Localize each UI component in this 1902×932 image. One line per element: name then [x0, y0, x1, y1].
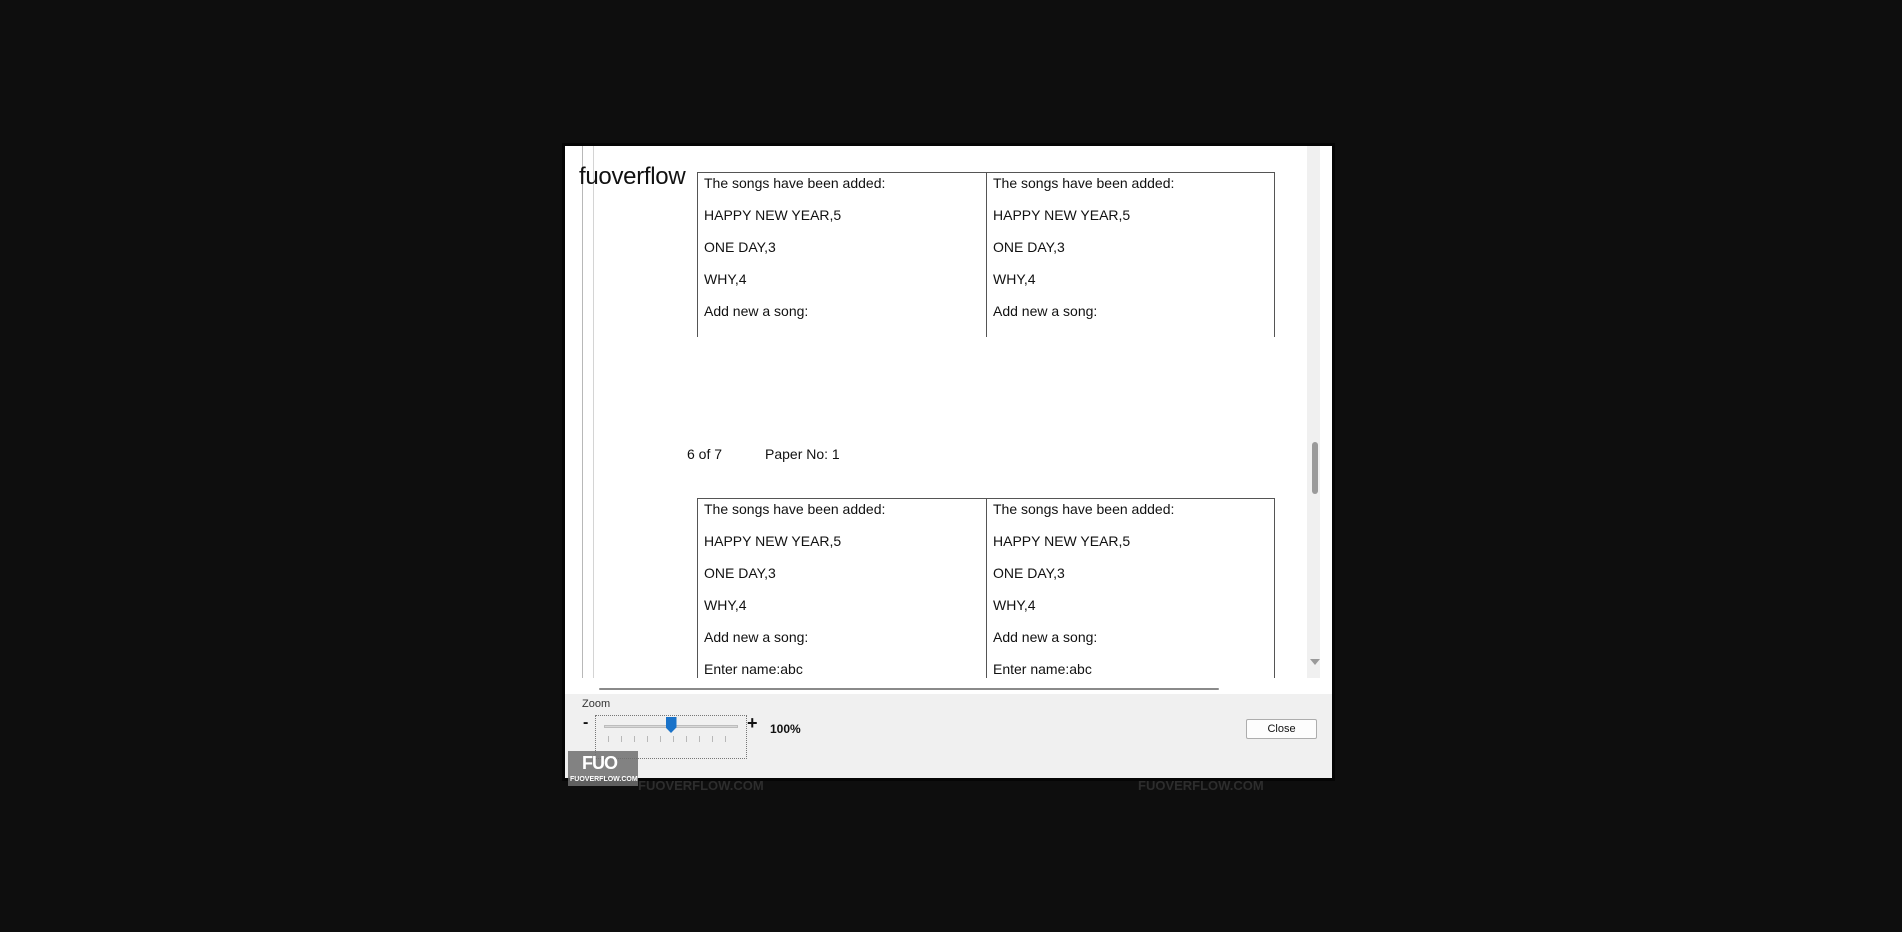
output-line: Add new a song: — [704, 629, 809, 645]
output-line: The songs have been added: — [993, 175, 1175, 191]
close-button[interactable]: Close — [1246, 719, 1317, 739]
output-line: The songs have been added: — [993, 501, 1175, 517]
output-line: Add new a song: — [704, 303, 809, 319]
output-line: ONE DAY,3 — [704, 239, 776, 255]
print-preview-dialog: fuoverflow The songs have been added: HA… — [562, 143, 1335, 781]
logo-mark: FUO — [582, 753, 618, 773]
zoom-label: Zoom — [582, 698, 611, 710]
zoom-in-button[interactable]: + — [747, 713, 758, 734]
zoom-panel: Zoom - + 100% Close — [565, 694, 1332, 778]
column-right: The songs have been added: HAPPY NEW YEA… — [986, 499, 1274, 678]
output-line: Add new a song: — [993, 303, 1098, 319]
column-left: The songs have been added: HAPPY NEW YEA… — [698, 173, 986, 337]
watermark-text-left: FUOVERFLOW.COM — [638, 778, 764, 793]
logo-text: FUOVERFLOW.COM — [570, 776, 638, 783]
page-content-bottom: The songs have been added: HAPPY NEW YEA… — [697, 498, 1275, 678]
output-line: Add new a song: — [993, 629, 1098, 645]
zoom-value: 100% — [770, 722, 801, 736]
page-content-top: The songs have been added: HAPPY NEW YEA… — [697, 172, 1275, 337]
zoom-slider-thumb[interactable] — [665, 717, 677, 733]
output-line: Enter name:abc — [704, 661, 803, 677]
preview-area[interactable]: fuoverflow The songs have been added: HA… — [565, 146, 1320, 678]
output-line: WHY,4 — [993, 597, 1036, 613]
output-line: The songs have been added: — [704, 501, 886, 517]
output-line: ONE DAY,3 — [993, 239, 1065, 255]
output-line: WHY,4 — [704, 597, 747, 613]
output-line: HAPPY NEW YEAR,5 — [704, 207, 842, 223]
fuoverflow-logo: FUO FUOVERFLOW.COM — [568, 751, 638, 786]
output-line: ONE DAY,3 — [993, 565, 1065, 581]
output-line: ONE DAY,3 — [704, 565, 776, 581]
output-line: Enter name:abc — [993, 661, 1092, 677]
vertical-scroll-thumb[interactable] — [1312, 442, 1318, 494]
output-line: WHY,4 — [704, 271, 747, 287]
watermark-text-right: FUOVERFLOW.COM — [1138, 778, 1264, 793]
site-name: fuoverflow — [579, 163, 686, 190]
vertical-scrollbar[interactable] — [1307, 146, 1320, 678]
output-line: HAPPY NEW YEAR,5 — [993, 207, 1131, 223]
page-edge-inner — [593, 146, 594, 678]
output-line: HAPPY NEW YEAR,5 — [704, 533, 842, 549]
column-right: The songs have been added: HAPPY NEW YEA… — [986, 173, 1274, 337]
output-line: WHY,4 — [993, 271, 1036, 287]
output-line: The songs have been added: — [704, 175, 886, 191]
zoom-out-button[interactable]: - — [583, 714, 588, 732]
scroll-down-arrow-icon[interactable] — [1310, 659, 1320, 665]
paper-number: Paper No: 1 — [765, 446, 840, 462]
output-line: HAPPY NEW YEAR,5 — [993, 533, 1131, 549]
page-edge — [582, 146, 583, 678]
page-number: 6 of 7 — [687, 446, 723, 462]
column-left: The songs have been added: HAPPY NEW YEA… — [698, 499, 986, 678]
horizontal-scrollbar[interactable] — [579, 678, 1309, 694]
horizontal-scroll-thumb[interactable] — [599, 688, 1219, 690]
zoom-slider-ticks — [608, 736, 736, 742]
